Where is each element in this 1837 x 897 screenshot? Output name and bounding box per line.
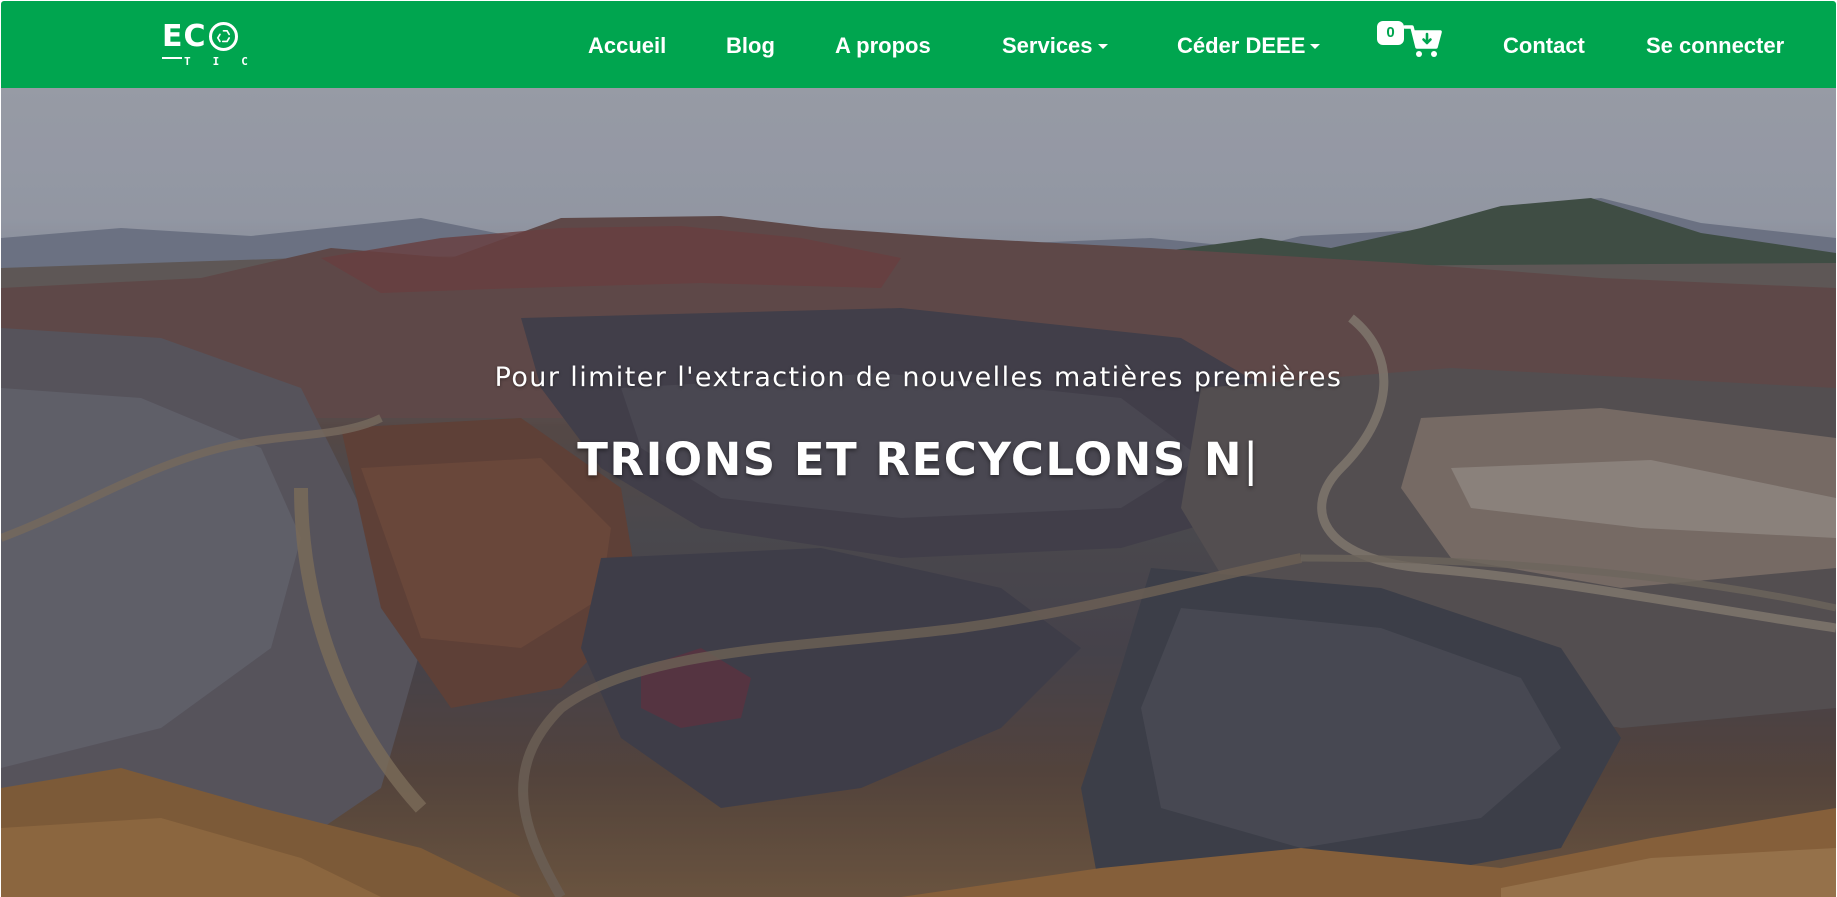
nav-a-propos[interactable]: A propos bbox=[835, 32, 931, 60]
typing-cursor: | bbox=[1243, 433, 1260, 486]
logo-text: EC bbox=[162, 19, 207, 54]
logo-subtext: TIC bbox=[184, 55, 270, 68]
nav-services-label: Services bbox=[1002, 33, 1093, 58]
caret-down-icon bbox=[1097, 44, 1108, 49]
nav-services[interactable]: Services bbox=[1002, 32, 1108, 60]
hero-title: TRIONS ET RECYCLONS N| bbox=[1, 433, 1836, 486]
cart-download-icon bbox=[1403, 25, 1442, 57]
nav-ceder-deee[interactable]: Céder DEEE bbox=[1177, 32, 1321, 60]
nav-ceder-deee-label: Céder DEEE bbox=[1177, 33, 1306, 58]
nav-contact[interactable]: Contact bbox=[1503, 32, 1585, 60]
brand-logo[interactable]: EC TIC bbox=[162, 17, 282, 68]
logo-underline bbox=[162, 57, 182, 59]
nav-blog[interactable]: Blog bbox=[726, 32, 775, 60]
caret-down-icon bbox=[1310, 44, 1321, 49]
hero-title-text: TRIONS ET RECYCLONS N bbox=[577, 433, 1244, 486]
cart-button[interactable]: 0 bbox=[1377, 19, 1445, 61]
hero-subtitle: Pour limiter l'extraction de nouvelles m… bbox=[494, 362, 1343, 393]
logo-wordmark: EC bbox=[162, 19, 238, 54]
recycle-icon bbox=[208, 22, 238, 51]
hero-banner: Pour limiter l'extraction de nouvelles m… bbox=[1, 88, 1836, 897]
hero-overlay bbox=[1, 88, 1836, 897]
nav-se-connecter[interactable]: Se connecter bbox=[1646, 32, 1784, 60]
nav-accueil[interactable]: Accueil bbox=[588, 32, 666, 60]
cart-count-badge: 0 bbox=[1377, 21, 1404, 45]
page: EC TIC Accueil Blog A propos Services Cé… bbox=[0, 0, 1837, 897]
navbar: EC TIC Accueil Blog A propos Services Cé… bbox=[1, 1, 1836, 88]
